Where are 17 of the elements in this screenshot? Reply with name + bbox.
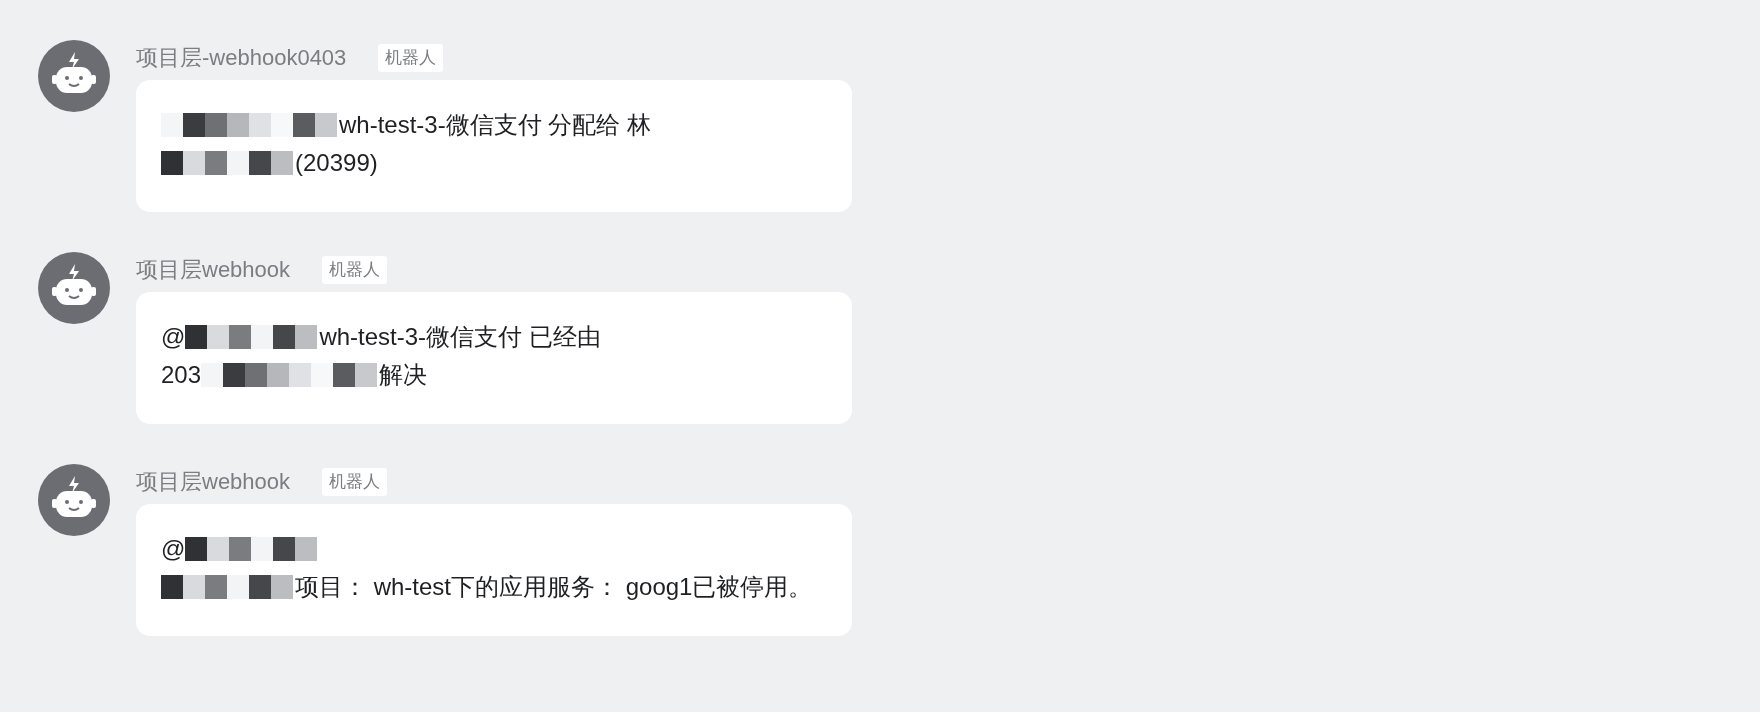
robot-tag: 机器人	[378, 44, 444, 72]
message-text: 解决	[379, 360, 428, 390]
robot-tag: 机器人	[322, 468, 388, 496]
message-text: wh-test-3-微信支付 已经由	[319, 322, 601, 352]
robot-tag: 机器人	[322, 256, 388, 284]
message-text: @	[161, 322, 186, 352]
message-text: wh-test-3-微信支付 分配给 林	[339, 110, 652, 140]
message-text: 203	[161, 360, 202, 390]
robot-avatar-icon	[38, 464, 110, 536]
robot-avatar-icon	[38, 40, 110, 112]
robot-avatar-icon	[38, 252, 110, 324]
message-text: 项目： wh-test下的应用服务： goog1已被停用。	[295, 572, 813, 602]
sender-name: 项目层webhook	[136, 256, 291, 284]
sender-name: 项目层webhook	[136, 468, 291, 496]
message-text: (20399)	[295, 148, 378, 178]
message-text: @	[161, 534, 186, 564]
sender-name: 项目层-webhook0403	[136, 44, 347, 72]
